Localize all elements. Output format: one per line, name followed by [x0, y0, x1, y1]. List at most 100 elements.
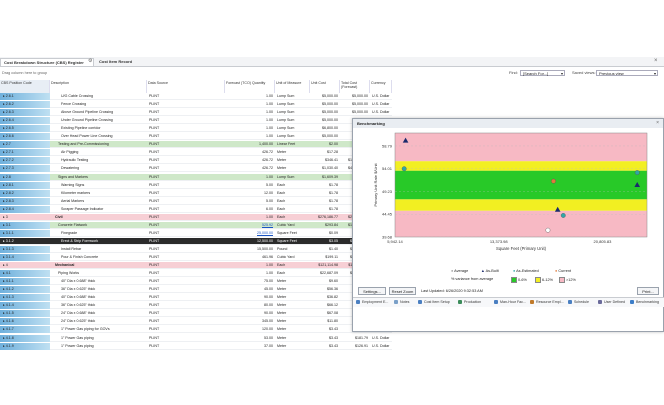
find-dropdown[interactable]: [Search For...] ▾ — [520, 70, 565, 76]
y-tick-label: 58.79 — [382, 143, 393, 148]
table-row[interactable]: ▸ 2.8.2 Kilometer markers PLINT 12.00 Each $1… — [0, 189, 392, 197]
settings-button[interactable]: Settings... — [358, 287, 386, 295]
table-row[interactable]: ▸ 4.1.3 40" Dia x 0.688" thick PLINT 90.00 M… — [0, 294, 392, 302]
tab-cbs-register-label: Cost Breakdown Structure (CBS) Register — [4, 60, 84, 65]
saved-views-label: Saved views: — [572, 70, 596, 75]
cell-unit: Each — [277, 263, 286, 268]
cell-code: ▸ 4.1.8 — [0, 334, 50, 342]
current-point — [551, 178, 556, 184]
table-row[interactable]: ▸ 3.1.3 Install Rebar PLINT 15,500.00 Pound $… — [0, 245, 392, 253]
tab-cbs-register[interactable]: Cost Breakdown Structure (CBS) Register — [0, 58, 94, 66]
table-row[interactable]: ▸ 3.1 Concrete Flatwork PLINT 525.92 Cubic Y… — [0, 221, 392, 229]
detail-tab-production[interactable]: Production — [457, 298, 481, 306]
detail-tab-resource-empl-[interactable]: Resource Empl... — [529, 298, 564, 306]
cell-uc: $17.28 — [327, 150, 338, 155]
table-row[interactable]: ▸ 4.1.8 1" Power Gas piping PLINT 53.00 Mete… — [0, 334, 392, 342]
reset-zoom-button[interactable]: Reset Zoom — [389, 287, 416, 295]
tab-cost-item-record[interactable]: Cost Item Record — [96, 58, 142, 65]
table-row[interactable]: ▸ 2.7.1 Air Pigging PLINT 426.72 Meter $17.28… — [0, 149, 392, 157]
y-tick-label: 44.45 — [382, 212, 393, 217]
cell-qty: 1.00 — [266, 118, 273, 123]
table-row[interactable]: ▸ 4.1.1 40" Dia x 0.688" thick PLINT 75.00 M… — [0, 278, 392, 286]
table-row[interactable]: ▸ 2.8.3Aerial MarkersPLINT5.00Each$1.78$… — [0, 197, 392, 205]
table-row[interactable]: ▸ 2.6.5 Existing Pipeline corridor PLINT 1.… — [0, 125, 392, 133]
cell-src: PLINT — [149, 303, 160, 308]
col-header-description[interactable]: Description — [50, 80, 147, 93]
col-header-source[interactable]: Data Source — [147, 80, 225, 93]
cell-uc: $3.43 — [329, 343, 338, 348]
detail-tab-bar: Employment E... Notes Cost Item Setup Produ… — [353, 297, 664, 307]
detail-tab-user-defined[interactable]: User Defined — [597, 298, 625, 306]
cell-code: ▸ 2.8 — [0, 173, 50, 181]
cell-code: ▸ 2.8.4 — [0, 205, 50, 213]
table-row[interactable]: ▸ 2.7 Testing and Pre-Commissioning PLINT 1… — [0, 141, 392, 149]
col-header-total[interactable]: Total Cost (Forecast) — [340, 80, 370, 93]
table-row[interactable]: ▸ 2.6.6 Over Head Power Line Crossing PLIN… — [0, 133, 392, 141]
print-button[interactable]: Print... — [637, 287, 659, 295]
cell-unit: Meter — [277, 303, 287, 308]
tab-icon — [394, 300, 398, 304]
cell-cur: U.S. Dollar — [372, 110, 390, 115]
detail-tab-employment-e-[interactable]: Employment E... — [355, 298, 388, 306]
table-row[interactable]: ▸ 3.1.1 Finegrade PLINT 25,000.00 Square Fee… — [0, 229, 392, 237]
saved-views-value: Previous view — [599, 71, 624, 76]
close-icon[interactable]: × — [654, 58, 658, 65]
table-row[interactable]: ▸ 4.1 Piping Works PLINT 1.00 Each $22,687.09… — [0, 270, 392, 278]
table-row[interactable]: ▸ 2.6.2 Fence Crossing PLINT 1.00 Lump Sum $5… — [0, 101, 392, 109]
table-row[interactable]: ▸ 4.1.6 24" Dia x 0.625" thick PLINT 345.00… — [0, 318, 392, 326]
col-header-quantity[interactable]: Forecast (TCO) Quantity — [225, 80, 275, 93]
cell-desc: Pour & Finish Concrete — [61, 255, 99, 259]
cell-uc: $0.09 — [329, 230, 338, 235]
cell-src: PLINT — [149, 190, 160, 195]
cell-src: PLINT — [149, 142, 160, 147]
legend-item: ● Current — [555, 269, 571, 274]
cell-qty: 1.00 — [266, 102, 273, 107]
find-label: Find: — [509, 70, 518, 75]
table-row[interactable]: ▸ 2.6.4 Under Ground Pipeline Crossing PLI… — [0, 117, 392, 125]
band-legend-item: 0-6% — [511, 277, 527, 283]
table-row[interactable]: ▸ 4.1.4 36" Dia x 0.625" thick PLINT 80.00 M… — [0, 302, 392, 310]
detail-tab-label: Man-Hour Fac... — [500, 300, 526, 304]
detail-tab-man-hour-fac-[interactable]: Man-Hour Fac... — [493, 298, 526, 306]
cell-unit: Each — [277, 182, 286, 187]
cell-src: PLINT — [149, 319, 160, 324]
cell-uc: $5,000.00 — [322, 102, 338, 107]
table-row[interactable]: ▸ 4.1.5 24" Dia x 0.688" thick PLINT 90.00 M… — [0, 310, 392, 318]
table-row[interactable]: ▸ 2.8 Signs and Markers PLINT 1.00 Lump Sum $… — [0, 173, 392, 181]
cell-src: PLINT — [149, 279, 160, 284]
detail-tab-cost-item-setup[interactable]: Cost Item Setup — [417, 298, 450, 306]
table-row[interactable]: ▸ 3CivilPLINT1.00Each$276,186.77$276,186… — [0, 213, 392, 221]
col-header-code[interactable]: CBS Position Code — [0, 80, 50, 93]
cell-code: ▸ 3.1.2 — [3, 238, 14, 243]
detail-tab-benchmarking[interactable]: Benchmarking — [629, 298, 659, 306]
table-row[interactable]: ▸ 4.1.9 1" Power Gas piping PLINT 37.00 Mete… — [0, 342, 392, 350]
cell-code: ▸ 3 — [3, 214, 8, 219]
cell-qty: 37.00 — [264, 343, 273, 348]
cell-qty: 90.00 — [264, 311, 273, 316]
table-row[interactable]: ▸ 2.6.3 Above Ground Pipeline Crossing PLI… — [0, 109, 392, 117]
detail-tab-notes[interactable]: Notes — [393, 298, 409, 306]
table-row[interactable]: ▸ 2.7.2 Hydraulic Testing PLINT 426.72 Meter… — [0, 157, 392, 165]
table-row[interactable]: ▸ 2.7.3 Dewatering PLINT 426.72 Meter $1,030.… — [0, 165, 392, 173]
table-row[interactable]: ▸ 4.1.7 1" Power Gas piping for GOVs PLINT… — [0, 326, 392, 334]
x-tick-label: 20,805.83 — [594, 239, 613, 244]
col-header-currency[interactable]: Currency — [370, 80, 392, 93]
table-row[interactable]: ▸ 2.6.1 U/G Cable Crossing PLINT 1.00 Lump S… — [0, 93, 392, 100]
saved-views-dropdown[interactable]: Previous view ▾ — [596, 70, 658, 76]
col-header-unit-cost[interactable]: Unit Cost — [310, 80, 340, 93]
table-row[interactable]: ▸ 2.8.4 Scraper Passage Indicator PLINT 6.0… — [0, 205, 392, 213]
close-icon[interactable]: × — [656, 120, 659, 126]
cell-unit: Meter — [277, 335, 287, 340]
cell-code: ▸ 4.1.5 — [0, 310, 50, 318]
table-row[interactable]: ▸ 3.1.2 Erect & Strip Formwork PLINT 12,500… — [0, 237, 392, 245]
table-row[interactable]: ▸ 4.1.2 36" Dia x 0.625" thick PLINT 45.00 M… — [0, 286, 392, 294]
cell-desc: Existing Pipeline corridor — [61, 126, 101, 131]
table-row[interactable]: ▸ 2.8.1Warning SignsPLINT5.00Each$1.78$8… — [0, 181, 392, 189]
table-row[interactable]: ▸ 3.1.4 Pour & Finish Concrete PLINT 461.96… — [0, 254, 392, 261]
col-header-unit[interactable]: Unit of Measure — [275, 80, 310, 93]
gear-icon[interactable]: ⚙ — [88, 58, 92, 65]
detail-tab-label: Resource Empl... — [536, 300, 564, 304]
detail-tab-schedule[interactable]: Schedule — [567, 298, 589, 306]
table-row[interactable]: ▸ 4MechanicalPLINT1.00Each$121,114.98$12… — [0, 262, 392, 270]
cell-unit: Meter — [277, 343, 287, 348]
